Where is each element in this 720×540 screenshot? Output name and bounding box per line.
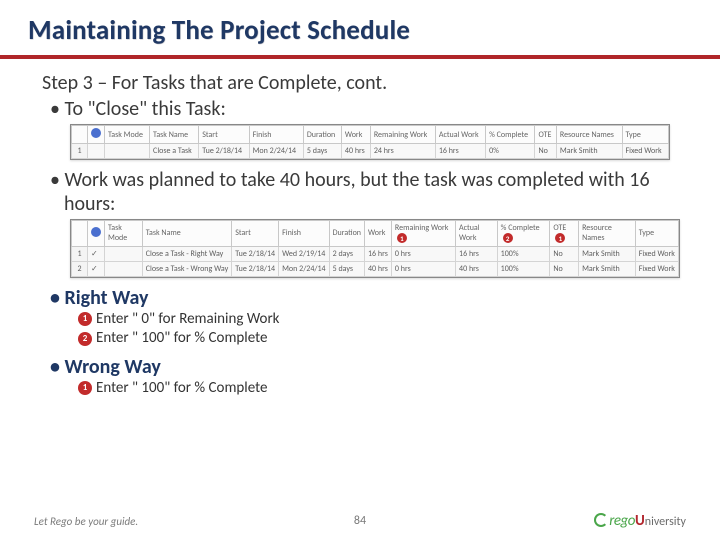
table-row: 1 Close a Task Tue 2/18/14 Mon 2/24/14 5… [72,144,669,159]
circled-1-icon: 1 [78,381,92,395]
title-divider [0,55,720,59]
badge-1b-icon: 1 [555,233,565,243]
circled-2-icon: 2 [78,332,92,346]
slide-title: Maintaining The Project Schedule [28,14,692,47]
slide-body: Step 3 – For Tasks that are Complete, co… [0,65,720,398]
table-header-row: Task Mode Task Name Start Finish Duratio… [72,126,669,144]
table-header-row: Task Mode Task Name Start Finish Duratio… [72,221,679,247]
badge-1-icon: 1 [397,233,407,243]
bullet-right-way: Right Way [42,286,678,310]
task-table-2: Task Mode Task Name Start Finish Duratio… [70,219,680,278]
step-heading: Step 3 – For Tasks that are Complete, co… [42,71,678,95]
bullet-wrong-way: Wrong Way [42,355,678,379]
table-row: 2 ✓ Close a Task - Wrong Way Tue 2/18/14… [72,261,679,276]
page-number: 84 [251,514,468,528]
task-table-1: Task Mode Task Name Start Finish Duratio… [70,124,670,160]
wrong-way-item-1: 1 Enter " 100" for % Complete [42,379,678,399]
rego-swirl-icon [594,513,608,527]
bullet-close-task: To "Close" this Task: [42,97,678,121]
info-icon [91,128,101,138]
info-icon [91,227,101,237]
right-way-item-1: 1 Enter " 0" for Remaining Work [42,310,678,330]
bullet-work-planned: Work was planned to take 40 hours, but t… [42,168,678,216]
circled-1-icon: 1 [78,312,92,326]
right-way-item-2: 2 Enter " 100" for % Complete [42,329,678,349]
footer-left-text: Let Rego be your guide. [34,515,251,528]
slide-footer: Let Rego be your guide. 84 regoUniversit… [0,512,720,530]
badge-2-icon: 2 [503,233,513,243]
table-row: 1 ✓ Close a Task - Right Way Tue 2/18/14… [72,246,679,261]
rego-logo: regoUniversity [469,512,686,530]
